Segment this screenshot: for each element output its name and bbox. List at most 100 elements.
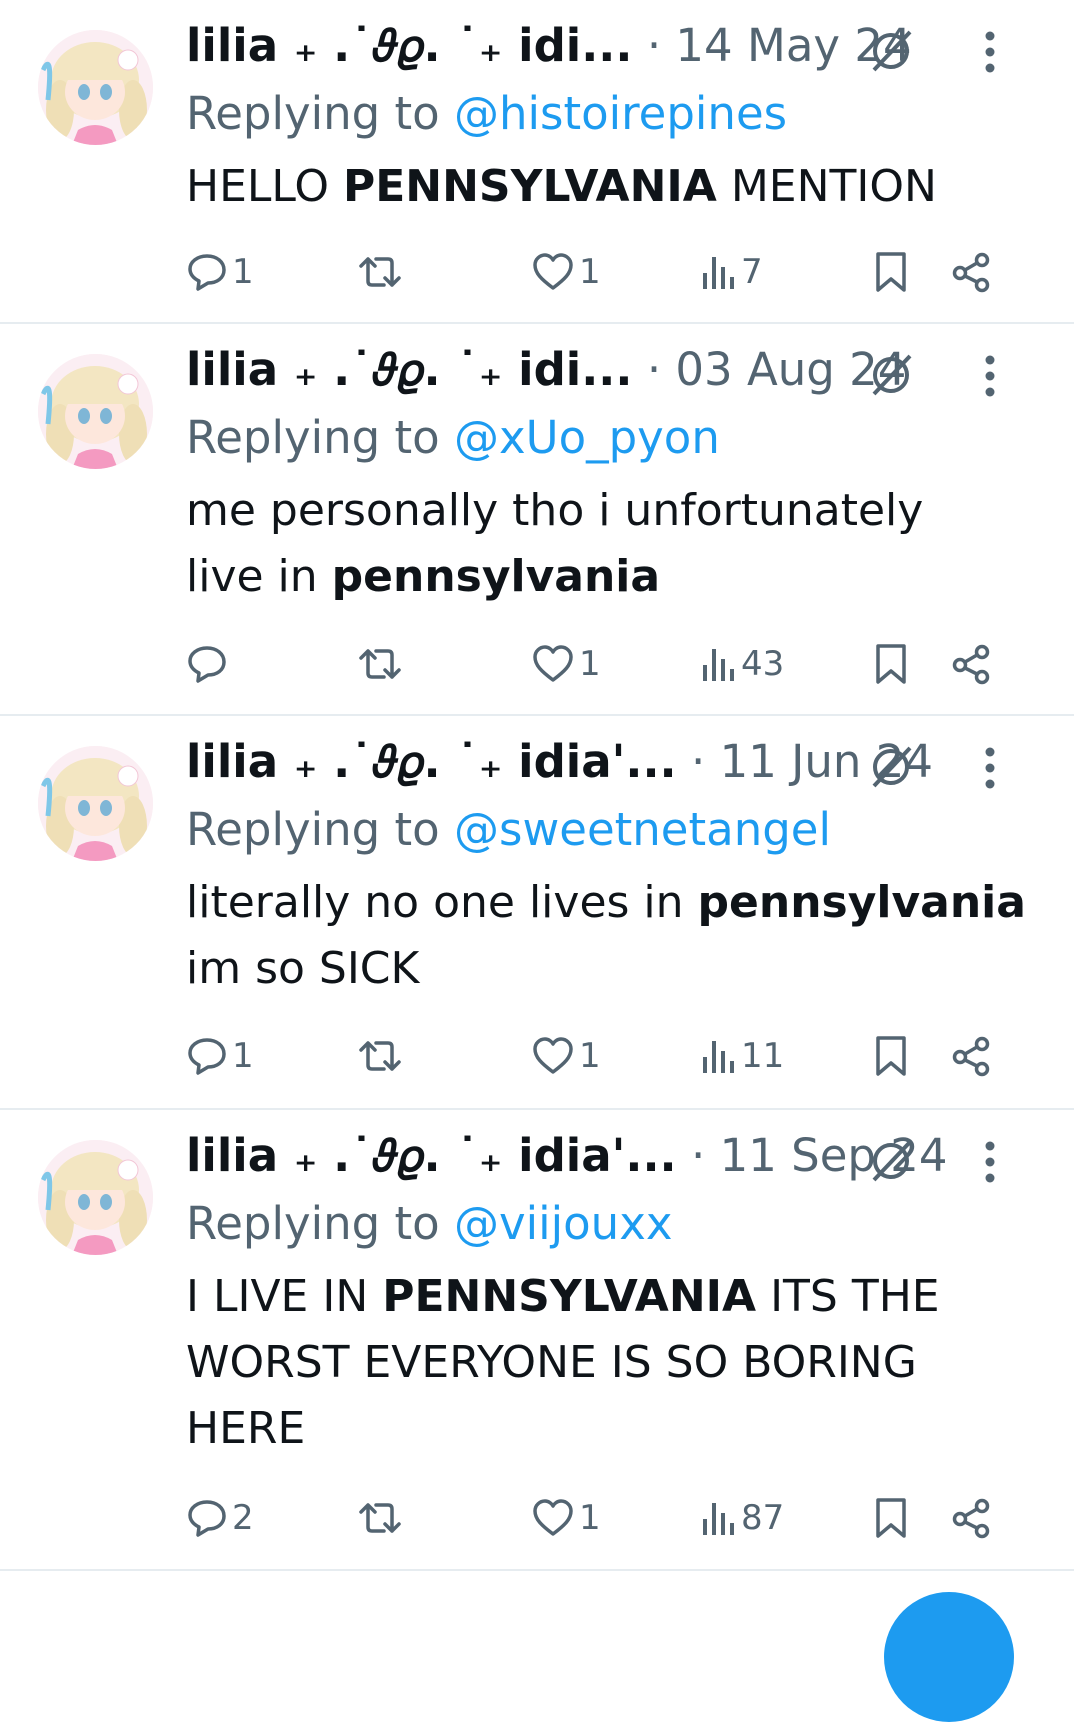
tweet-header: lilia ₊ .˙𝜗𝜚. ˙₊ idia'... · 11 Jun 24	[186, 734, 933, 790]
views-icon	[703, 649, 734, 681]
retweet-icon	[359, 257, 401, 287]
tweet-text: literally no one lives in pennsylvania im…	[186, 877, 1026, 994]
author-name[interactable]: lilia ₊ .˙𝜗𝜚. ˙₊ idi...	[186, 19, 633, 72]
bookmark-button[interactable]	[874, 1494, 908, 1542]
bookmark-icon	[876, 1036, 906, 1076]
verified-off-icon	[872, 1140, 912, 1182]
tweet[interactable]: lilia ₊ .˙𝜗𝜚. ˙₊ idi... · 14 May 24 Repl…	[0, 0, 1074, 324]
reply-button[interactable]: 2	[186, 1494, 254, 1542]
avatar[interactable]	[38, 1140, 153, 1255]
like-button[interactable]: 1	[531, 1494, 601, 1542]
bookmark-icon	[876, 252, 906, 292]
reply-count: 1	[232, 252, 254, 292]
timeline: lilia ₊ .˙𝜗𝜚. ˙₊ idi... · 14 May 24 Repl…	[0, 0, 1074, 1571]
reply-button[interactable]: 1	[186, 1032, 254, 1080]
tweet-text: me personally tho i unfortunately live in…	[186, 485, 924, 602]
like-button[interactable]: 1	[531, 1032, 601, 1080]
share-button[interactable]	[950, 640, 992, 688]
more-icon[interactable]	[982, 1140, 998, 1184]
verified-off-icon	[872, 354, 912, 396]
view-count: 11	[741, 1036, 785, 1076]
tweet-actions: 1 1 7	[186, 248, 1044, 296]
tweet-actions: 1 1 11	[186, 1032, 1044, 1080]
view-count: 43	[741, 644, 785, 684]
retweet-button[interactable]	[358, 1494, 402, 1542]
reply-handle[interactable]: @xUo_pyon	[454, 411, 720, 464]
like-count: 1	[579, 1036, 601, 1076]
separator-dot: ·	[646, 343, 676, 396]
tweet-header: lilia ₊ .˙𝜗𝜚. ˙₊ idi... · 03 Aug 24	[186, 342, 906, 398]
share-icon	[952, 644, 990, 685]
like-icon	[533, 1037, 573, 1074]
replying-to: Replying to @histoirepines	[186, 86, 787, 142]
view-count: 87	[741, 1498, 785, 1538]
tweet-actions: 1 43	[186, 640, 1044, 688]
reply-handle[interactable]: @sweetnetangel	[454, 803, 831, 856]
author-name[interactable]: lilia ₊ .˙𝜗𝜚. ˙₊ idia'...	[186, 735, 677, 788]
views-button[interactable]: 11	[701, 1032, 784, 1080]
views-button[interactable]: 7	[701, 248, 763, 296]
view-count: 7	[741, 252, 763, 292]
tweet[interactable]: lilia ₊ .˙𝜗𝜚. ˙₊ idia'... · 11 Jun 24 Re…	[0, 716, 1074, 1110]
reply-count: 2	[232, 1498, 254, 1538]
share-icon	[952, 1036, 990, 1077]
reply-handle[interactable]: @histoirepines	[454, 87, 787, 140]
like-icon	[533, 1499, 573, 1536]
like-count: 1	[579, 1498, 601, 1538]
bookmark-icon	[876, 644, 906, 684]
tweet-actions: 2 1 87	[186, 1494, 1044, 1542]
views-icon	[703, 257, 734, 289]
avatar[interactable]	[38, 746, 153, 861]
views-icon	[703, 1503, 734, 1535]
replying-to-label: Replying to	[186, 411, 440, 464]
separator-dot: ·	[690, 735, 720, 788]
reply-icon	[188, 646, 226, 683]
tweet[interactable]: lilia ₊ .˙𝜗𝜚. ˙₊ idia'... · 11 Sep 24 Re…	[0, 1110, 1074, 1571]
views-button[interactable]: 43	[701, 640, 784, 688]
avatar[interactable]	[38, 354, 153, 469]
replying-to: Replying to @sweetnetangel	[186, 802, 831, 858]
bookmark-button[interactable]	[874, 248, 908, 296]
avatar[interactable]	[38, 30, 153, 145]
share-icon	[952, 1498, 990, 1539]
tweet-header: lilia ₊ .˙𝜗𝜚. ˙₊ idi... · 14 May 24	[186, 18, 912, 74]
replying-to-label: Replying to	[186, 87, 440, 140]
tweet[interactable]: lilia ₊ .˙𝜗𝜚. ˙₊ idi... · 03 Aug 24 Repl…	[0, 324, 1074, 716]
separator-dot: ·	[646, 19, 676, 72]
tweet-text: HELLO PENNSYLVANIA MENTION	[186, 161, 937, 212]
separator-dot: ·	[690, 1129, 720, 1182]
reply-icon	[188, 1500, 226, 1537]
share-button[interactable]	[950, 1032, 992, 1080]
share-button[interactable]	[950, 248, 992, 296]
like-button[interactable]: 1	[531, 640, 601, 688]
more-icon[interactable]	[982, 746, 998, 790]
retweet-button[interactable]	[358, 1032, 402, 1080]
bookmark-icon	[876, 1498, 906, 1538]
retweet-icon	[359, 1041, 401, 1071]
reply-handle[interactable]: @viijouxx	[454, 1197, 672, 1250]
replying-to: Replying to @viijouxx	[186, 1196, 672, 1252]
more-icon[interactable]	[982, 354, 998, 398]
compose-button[interactable]	[884, 1592, 1014, 1722]
like-count: 1	[579, 252, 601, 292]
replying-to-label: Replying to	[186, 1197, 440, 1250]
retweet-button[interactable]	[358, 248, 402, 296]
tweet-header: lilia ₊ .˙𝜗𝜚. ˙₊ idia'... · 11 Sep 24	[186, 1128, 948, 1184]
retweet-button[interactable]	[358, 640, 402, 688]
reply-button[interactable]	[186, 640, 232, 688]
like-button[interactable]: 1	[531, 248, 601, 296]
bookmark-button[interactable]	[874, 640, 908, 688]
more-icon[interactable]	[982, 30, 998, 74]
replying-to-label: Replying to	[186, 803, 440, 856]
retweet-icon	[359, 649, 401, 679]
reply-icon	[188, 1038, 226, 1075]
verified-off-icon	[872, 746, 912, 788]
author-name[interactable]: lilia ₊ .˙𝜗𝜚. ˙₊ idia'...	[186, 1129, 677, 1182]
views-button[interactable]: 87	[701, 1494, 784, 1542]
author-name[interactable]: lilia ₊ .˙𝜗𝜚. ˙₊ idi...	[186, 343, 633, 396]
reply-count: 1	[232, 1036, 254, 1076]
replying-to: Replying to @xUo_pyon	[186, 410, 720, 466]
share-button[interactable]	[950, 1494, 992, 1542]
reply-button[interactable]: 1	[186, 248, 254, 296]
bookmark-button[interactable]	[874, 1032, 908, 1080]
